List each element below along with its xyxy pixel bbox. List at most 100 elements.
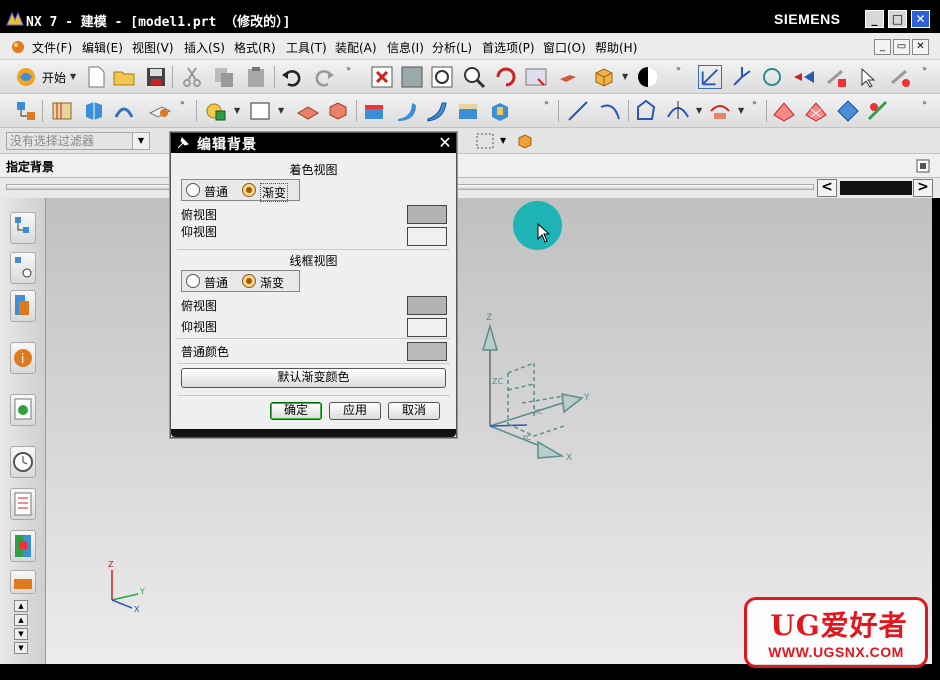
through-curves-icon[interactable] bbox=[772, 99, 796, 123]
toolbar-overflow-icon[interactable]: » bbox=[922, 98, 927, 107]
select-box-icon[interactable] bbox=[476, 133, 494, 149]
sweep-icon[interactable] bbox=[394, 99, 418, 123]
resource-scroll-down[interactable]: ▼ bbox=[14, 628, 28, 640]
menu-analysis[interactable]: 分析(L) bbox=[432, 39, 472, 56]
shaded-plain-radio[interactable] bbox=[186, 183, 200, 197]
paste-icon[interactable] bbox=[244, 65, 268, 89]
toolbar-overflow-icon[interactable]: » bbox=[752, 98, 757, 107]
wcs-rotate-icon[interactable] bbox=[760, 65, 784, 89]
toolbar-overflow-icon[interactable]: » bbox=[676, 64, 681, 73]
open-folder-icon[interactable] bbox=[112, 65, 136, 89]
shapes-icon[interactable] bbox=[204, 99, 228, 123]
plain-color-swatch[interactable] bbox=[407, 342, 447, 361]
wireframe-plain-radio[interactable] bbox=[186, 274, 200, 288]
menu-format[interactable]: 格式(R) bbox=[234, 39, 276, 56]
toolbar-overflow-icon[interactable]: » bbox=[922, 64, 927, 73]
project-dropdown[interactable]: ▼ bbox=[738, 106, 744, 115]
zoom-window-icon[interactable] bbox=[400, 65, 424, 89]
mesh-surface-icon[interactable] bbox=[456, 99, 480, 123]
cut-icon[interactable] bbox=[180, 65, 204, 89]
menu-information[interactable]: 信息(I) bbox=[387, 39, 424, 56]
dialog-close-button[interactable]: ✕ bbox=[437, 135, 453, 151]
resource-scroll-page-up[interactable]: ▲ bbox=[14, 614, 28, 626]
toolbar-overflow-icon[interactable]: » bbox=[346, 64, 351, 73]
window-close-button[interactable]: ✕ bbox=[911, 10, 930, 28]
shapes-dropdown[interactable]: ▼ bbox=[234, 106, 240, 115]
menu-insert[interactable]: 插入(S) bbox=[184, 39, 225, 56]
reuse-library-icon[interactable] bbox=[10, 570, 36, 594]
wireframe-plain-label[interactable]: 普通 bbox=[204, 274, 228, 291]
wcs-orient-icon[interactable] bbox=[792, 65, 816, 89]
menu-help[interactable]: 帮助(H) bbox=[595, 39, 637, 56]
web-browser-icon[interactable] bbox=[10, 394, 36, 426]
part-navigator-icon[interactable] bbox=[14, 99, 38, 123]
document-menu-icon[interactable] bbox=[10, 39, 26, 55]
roles-icon[interactable]: i bbox=[10, 342, 36, 374]
toolbar-overflow-icon[interactable]: » bbox=[544, 98, 549, 107]
pan-icon[interactable] bbox=[524, 65, 548, 89]
shaded-plain-label[interactable]: 普通 bbox=[204, 183, 228, 200]
menu-edit[interactable]: 编辑(E) bbox=[82, 39, 123, 56]
select-icon[interactable] bbox=[856, 65, 880, 89]
render-style-dropdown[interactable]: ▼ bbox=[622, 72, 628, 81]
copy-icon[interactable] bbox=[212, 65, 236, 89]
apply-button[interactable]: 应用 bbox=[329, 402, 381, 420]
menu-window[interactable]: 窗口(O) bbox=[543, 39, 586, 56]
menu-preferences[interactable]: 首选项(P) bbox=[482, 39, 535, 56]
dialog-pin-icon[interactable] bbox=[175, 135, 191, 151]
default-gradient-button[interactable]: 默认渐变颜色 bbox=[181, 368, 446, 388]
point-dropdown[interactable]: ▼ bbox=[696, 106, 702, 115]
save-icon[interactable] bbox=[144, 65, 168, 89]
new-file-icon[interactable] bbox=[84, 65, 108, 89]
offset-face-icon[interactable] bbox=[488, 99, 512, 123]
extrude-icon[interactable] bbox=[82, 99, 106, 123]
wireframe-gradient-label[interactable]: 渐变 bbox=[260, 274, 284, 291]
blend-icon[interactable] bbox=[296, 99, 320, 123]
constraint-navigator-icon[interactable] bbox=[10, 252, 36, 284]
start-dropdown-arrow[interactable]: ▼ bbox=[70, 72, 76, 81]
perspective-icon[interactable] bbox=[556, 65, 580, 89]
swept-surface-icon[interactable] bbox=[836, 99, 860, 123]
selection-filter-select[interactable]: 没有选择过滤器 bbox=[6, 132, 150, 150]
minimize-button[interactable]: _ bbox=[865, 10, 884, 28]
toolbar-overflow-icon[interactable]: » bbox=[180, 98, 185, 107]
shaded-top-color-swatch[interactable] bbox=[407, 205, 447, 224]
start-button[interactable]: 开始 bbox=[42, 69, 66, 86]
surface-icon[interactable] bbox=[424, 99, 448, 123]
fit-view-icon[interactable] bbox=[370, 65, 394, 89]
rotate-icon[interactable] bbox=[494, 65, 518, 89]
wcs-set-icon[interactable] bbox=[824, 65, 848, 89]
doc-close-button[interactable]: ✕ bbox=[912, 39, 929, 55]
ok-button[interactable]: 确定 bbox=[270, 402, 322, 420]
chevron-down-icon[interactable]: ▼ bbox=[132, 132, 150, 150]
wireframe-bottom-color-swatch[interactable] bbox=[407, 318, 447, 337]
shaded-gradient-label[interactable]: 渐变 bbox=[260, 183, 289, 202]
snap-icon[interactable] bbox=[516, 132, 534, 150]
arc-icon[interactable] bbox=[598, 99, 622, 123]
zoom-icon[interactable] bbox=[430, 65, 454, 89]
point-icon[interactable] bbox=[666, 99, 690, 123]
scroll-right-button[interactable]: > bbox=[913, 179, 933, 197]
wireframe-top-color-swatch[interactable] bbox=[407, 296, 447, 315]
dialog-title-bar[interactable]: 编辑背景 ✕ bbox=[171, 133, 456, 153]
select-box-dropdown[interactable]: ▼ bbox=[500, 136, 506, 145]
wireframe-gradient-radio[interactable] bbox=[242, 274, 256, 288]
project-curve-icon[interactable] bbox=[708, 99, 732, 123]
wcs-origin-icon[interactable] bbox=[730, 65, 754, 89]
scroll-thumb[interactable] bbox=[840, 181, 912, 195]
menu-file[interactable]: 文件(F) bbox=[32, 39, 72, 56]
history-icon[interactable] bbox=[10, 446, 36, 478]
redo-icon[interactable] bbox=[312, 65, 336, 89]
system-materials-icon[interactable] bbox=[10, 488, 36, 520]
zoom-in-out-icon[interactable] bbox=[462, 65, 486, 89]
menu-assembly[interactable]: 装配(A) bbox=[335, 39, 377, 56]
menu-tools[interactable]: 工具(T) bbox=[286, 39, 327, 56]
scroll-left-button[interactable]: < bbox=[817, 179, 837, 197]
render-style-icon[interactable] bbox=[592, 65, 616, 89]
rectangle-icon[interactable] bbox=[248, 99, 272, 123]
curve-mesh-icon[interactable] bbox=[804, 99, 828, 123]
menu-view[interactable]: 视图(V) bbox=[132, 39, 174, 56]
doc-restore-button[interactable]: ▭ bbox=[893, 39, 910, 55]
shaded-bottom-color-swatch[interactable] bbox=[407, 227, 447, 246]
background-icon[interactable] bbox=[636, 65, 660, 89]
